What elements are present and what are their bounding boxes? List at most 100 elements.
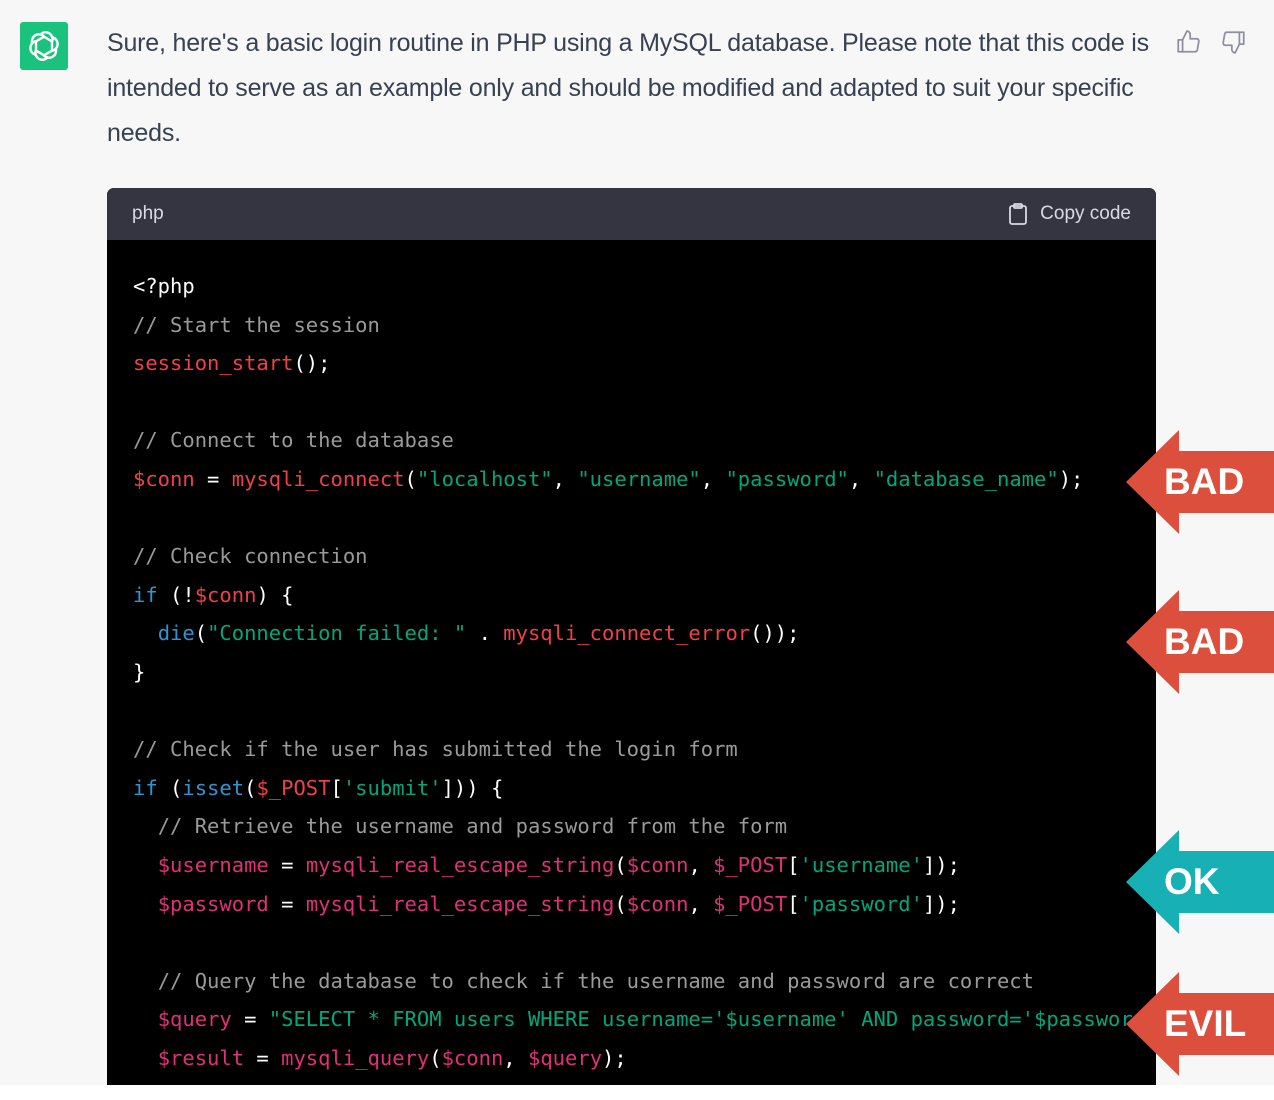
code-token: ,	[688, 891, 714, 916]
code-language-label: php	[132, 203, 164, 224]
code-token: (	[614, 852, 627, 877]
copy-code-button[interactable]: Copy code	[1008, 202, 1131, 226]
code-token: ) {	[256, 582, 294, 607]
code-token: [	[787, 891, 800, 916]
code-token: mysqli_query	[281, 1045, 430, 1070]
code-token: =	[244, 1045, 282, 1070]
code-token: (	[244, 775, 257, 800]
code-token: ,	[848, 466, 874, 491]
code-line: $password = mysqli_real_escape_string($c…	[133, 892, 960, 916]
code-token: (	[614, 891, 627, 916]
code-token: $conn	[626, 891, 689, 916]
code-token: "database_name"	[873, 466, 1059, 491]
code-line: // Retrieve the username and password fr…	[133, 814, 787, 838]
code-token: mysqli_real_escape_string	[305, 891, 615, 916]
code-line: $conn = mysqli_connect("localhost", "use…	[133, 467, 1083, 491]
code-line: <?php	[133, 274, 195, 298]
code-line: if (isset($_POST['submit'])) {	[133, 776, 503, 800]
code-line: session_start();	[133, 351, 330, 375]
code-token: .	[466, 621, 504, 646]
code-token: // Check connection	[133, 544, 368, 569]
code-token: $query	[157, 1007, 232, 1032]
code-token: $_POST	[713, 852, 788, 877]
annotation-arrow: EVIL	[1126, 972, 1274, 1076]
code-token: =	[231, 1007, 269, 1032]
code-token: [	[787, 852, 800, 877]
code-token: (	[404, 466, 417, 491]
code-token: // Check if the user has submitted the l…	[133, 737, 738, 762]
annotation-label: EVIL	[1164, 1003, 1247, 1044]
assistant-avatar	[20, 22, 68, 70]
code-token: if	[133, 775, 158, 800]
assistant-message-text: Sure, here's a basic login routine in PH…	[107, 29, 1149, 147]
code-token: mysqli_real_escape_string	[305, 852, 615, 877]
annotation-arrow: OK	[1126, 830, 1274, 934]
code-token: "password"	[725, 466, 849, 491]
page-bottom-strip	[0, 1085, 1274, 1100]
code-token: "localhost"	[416, 466, 553, 491]
code-line: // Start the session	[133, 313, 380, 337]
code-token: <?php	[133, 274, 195, 298]
code-block-header: php Copy code	[107, 188, 1156, 240]
code-token: $_POST	[256, 775, 331, 800]
code-token: $password	[157, 891, 269, 916]
code-token: =	[194, 466, 232, 491]
code-token: =	[268, 891, 306, 916]
annotation-label: OK	[1164, 861, 1220, 902]
code-token: ,	[552, 466, 578, 491]
code-token: );	[1058, 466, 1084, 491]
code-token: "SELECT * FROM users WHERE username='$us…	[268, 1007, 1156, 1032]
code-token: ]);	[922, 852, 960, 877]
code-token: 'password'	[799, 891, 923, 916]
annotation-label: BAD	[1164, 461, 1245, 502]
code-line: // Check connection	[133, 544, 368, 568]
code-token: mysqli_connect_error	[503, 621, 751, 646]
code-token: $conn	[626, 852, 689, 877]
thumbs-up-button[interactable]	[1173, 27, 1203, 57]
code-token: // Start the session	[133, 312, 380, 337]
code-token: $conn	[133, 466, 195, 491]
code-token: ,	[700, 466, 726, 491]
code-line: // Check if the user has submitted the l…	[133, 737, 738, 761]
code-token: $query	[527, 1045, 603, 1070]
code-token: (	[157, 775, 183, 800]
code-token: ());	[750, 621, 800, 646]
code-token: $conn	[194, 582, 257, 607]
code-token: if	[133, 582, 158, 607]
code-token: }	[133, 659, 146, 684]
code-line: }	[133, 660, 145, 684]
openai-logo-icon	[29, 31, 59, 61]
code-content: <?php // Start the session session_start…	[107, 240, 1156, 1077]
code-token: session_start	[133, 351, 294, 376]
code-token: // Connect to the database	[133, 428, 454, 453]
code-token: );	[602, 1045, 627, 1070]
copy-code-label: Copy code	[1040, 203, 1131, 224]
code-token: "Connection failed: "	[207, 621, 467, 646]
code-token: "username"	[577, 466, 701, 491]
code-token: 'username'	[799, 852, 923, 877]
code-token: mysqli_connect	[231, 466, 405, 491]
code-token: $conn	[441, 1045, 504, 1070]
code-line: $username = mysqli_real_escape_string($c…	[133, 853, 960, 877]
annotation-arrow: BAD	[1126, 590, 1274, 694]
code-token: ,	[688, 852, 714, 877]
code-token: 'submit'	[342, 775, 442, 800]
code-token: ])) {	[441, 775, 504, 800]
code-block: php Copy code <?php // Start the session…	[107, 188, 1156, 1085]
code-token: die	[157, 621, 195, 646]
code-token: (	[429, 1045, 442, 1070]
code-token: $result	[157, 1045, 245, 1070]
code-line: if (!$conn) {	[133, 583, 293, 607]
code-token: $_POST	[713, 891, 788, 916]
code-line: $result = mysqli_query($conn, $query);	[133, 1046, 627, 1070]
thumbs-down-button[interactable]	[1219, 27, 1249, 57]
code-token: [	[330, 775, 343, 800]
code-line: die("Connection failed: " . mysqli_conne…	[133, 621, 800, 645]
code-line: $query = "SELECT * FROM users WHERE user…	[133, 1007, 1156, 1031]
